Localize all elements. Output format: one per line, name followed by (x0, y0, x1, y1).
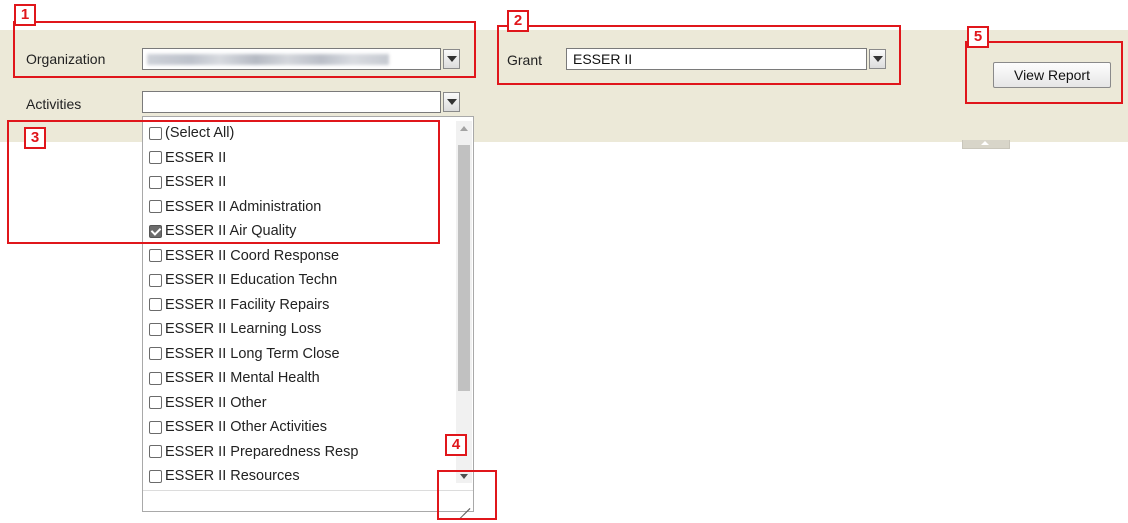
activity-option[interactable]: ESSER II Long Term Close (149, 342, 358, 367)
activity-option[interactable]: ESSER II Facility Repairs (149, 293, 358, 318)
checkbox-icon[interactable] (149, 445, 162, 459)
callout-number-3: 3 (24, 127, 46, 149)
checkbox-icon[interactable] (149, 322, 162, 336)
callout-box-5 (965, 41, 1123, 104)
activity-option-label: ESSER II Coord Response (165, 247, 340, 264)
activity-option[interactable]: ESSER II Mental Health (149, 366, 358, 391)
activities-select[interactable] (142, 91, 441, 113)
activity-option-label: ESSER II Facility Repairs (165, 296, 330, 313)
callout-box-4 (437, 470, 497, 520)
activity-option[interactable]: ESSER II Other Activities (149, 415, 358, 440)
activity-option-label: ESSER II Mental Health (165, 370, 320, 387)
dropdown-scrollbar[interactable] (456, 121, 472, 483)
collapse-parameters-handle[interactable] (962, 140, 1010, 149)
checkbox-icon[interactable] (149, 469, 162, 483)
activities-label: Activities (26, 96, 82, 112)
activity-option[interactable]: ESSER II Learning Loss (149, 317, 358, 342)
callout-number-5: 5 (967, 26, 989, 48)
checkbox-icon[interactable] (149, 298, 162, 312)
chevron-up-icon (981, 141, 989, 145)
activity-option[interactable]: ESSER II Coord Response (149, 244, 358, 269)
callout-box-2 (497, 25, 901, 85)
callout-box-1 (13, 21, 476, 78)
activity-option-label: ESSER II Learning Loss (165, 321, 322, 338)
callout-box-3 (7, 120, 440, 244)
checkbox-icon[interactable] (149, 249, 162, 263)
checkbox-icon[interactable] (149, 371, 162, 385)
activity-option[interactable]: ESSER II Resources (149, 464, 358, 489)
activity-option-label: ESSER II Resources (165, 468, 300, 485)
dropdown-footer-divider (143, 490, 473, 491)
callout-number-2: 2 (507, 10, 529, 32)
activity-option[interactable]: ESSER II Other (149, 391, 358, 416)
callout-number-4: 4 (445, 434, 467, 456)
activity-option-label: ESSER II Other (165, 394, 267, 411)
checkbox-icon[interactable] (149, 347, 162, 361)
activity-option[interactable]: ESSER II Preparedness Resp (149, 440, 358, 465)
checkbox-icon[interactable] (149, 273, 162, 287)
callout-number-1: 1 (14, 4, 36, 26)
checkbox-icon[interactable] (149, 396, 162, 410)
activities-dropdown-button[interactable] (443, 92, 460, 112)
activity-option-label: ESSER II Preparedness Resp (165, 443, 359, 460)
scroll-up-icon[interactable] (460, 126, 468, 131)
checkbox-icon[interactable] (149, 420, 162, 434)
activity-option[interactable]: ESSER II Education Techn (149, 268, 358, 293)
activity-option-label: ESSER II Long Term Close (165, 345, 340, 362)
activity-option-label: ESSER II Other Activities (165, 419, 327, 436)
scrollbar-thumb[interactable] (458, 145, 470, 391)
activity-option-label: ESSER II Education Techn (165, 272, 338, 289)
